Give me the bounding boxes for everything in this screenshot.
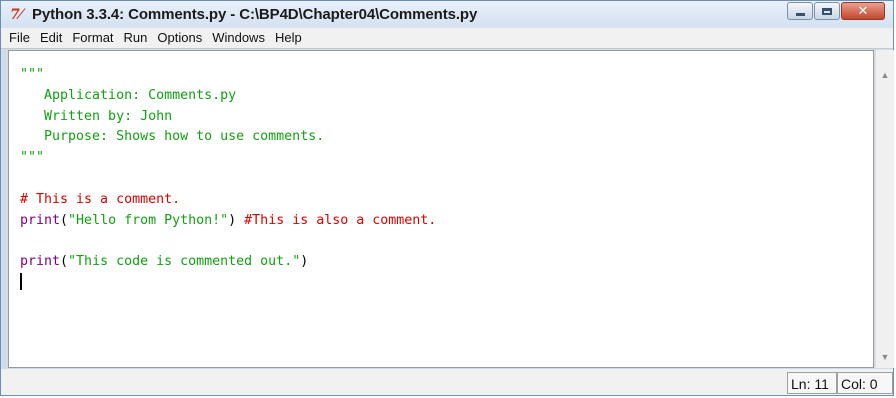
code-token: ( [60, 254, 69, 270]
code-token: Purpose: Shows how to use comments. [20, 129, 325, 145]
code-token: print [20, 212, 61, 228]
code-token: print [20, 254, 61, 270]
code-token: ) [228, 212, 245, 228]
menu-run[interactable]: Run [119, 28, 153, 48]
idle-editor-window: 7⁄ Python 3.3.4: Comments.py - C:\BP4D\C… [0, 0, 894, 396]
code-line[interactable] [20, 231, 436, 252]
code-line[interactable]: """ [20, 65, 436, 86]
code-line[interactable] [20, 272, 436, 294]
status-bar: Ln: 11 Col: 0 [1, 369, 893, 395]
maximize-button[interactable] [814, 2, 840, 20]
code-line[interactable]: # This is a comment. [20, 190, 436, 211]
code-token: Application: Comments.py [20, 87, 237, 103]
menu-options[interactable]: Options [152, 28, 207, 48]
menu-bar: File Edit Format Run Options Windows Hel… [1, 28, 893, 49]
code-line[interactable]: Written by: John [20, 107, 436, 128]
close-button[interactable]: ✕ [841, 2, 885, 20]
code-line[interactable]: Purpose: Shows how to use comments. [20, 127, 436, 148]
title-bar[interactable]: 7⁄ Python 3.3.4: Comments.py - C:\BP4D\C… [1, 1, 893, 28]
menu-format[interactable]: Format [67, 28, 118, 48]
code-line[interactable]: """ [20, 148, 436, 169]
scroll-up-arrow-icon[interactable]: ▲ [878, 67, 892, 84]
menu-help[interactable]: Help [270, 28, 307, 48]
window-controls: ✕ [787, 2, 885, 20]
code-token: # This is a comment. [20, 191, 181, 207]
minimize-button[interactable] [787, 2, 813, 20]
status-column-number: Col: 0 [837, 372, 893, 394]
menu-edit[interactable]: Edit [35, 28, 67, 48]
window-title: Python 3.3.4: Comments.py - C:\BP4D\Chap… [32, 6, 478, 23]
status-line-number: Ln: 11 [787, 372, 837, 394]
code-token: """ [20, 67, 45, 82]
close-icon: ✕ [857, 3, 869, 19]
menu-file[interactable]: File [1, 28, 35, 48]
code-token: "This code is commented out." [68, 254, 301, 270]
code-token: Written by: John [20, 108, 173, 124]
code-line[interactable]: print("This code is commented out.") [20, 252, 436, 273]
vertical-scrollbar[interactable]: ▲ ▼ [875, 50, 894, 368]
code-token: """ [20, 150, 45, 166]
code-line[interactable]: Application: Comments.py [20, 86, 436, 107]
code-token: ) [300, 254, 309, 270]
scroll-down-arrow-icon[interactable]: ▼ [878, 349, 892, 366]
maximize-icon [822, 7, 832, 15]
code-line[interactable]: print("Hello from Python!") #This is als… [20, 211, 436, 232]
code-text[interactable]: """ Application: Comments.py Written by:… [20, 65, 436, 294]
code-editor[interactable]: """ Application: Comments.py Written by:… [8, 50, 874, 368]
minimize-icon [795, 12, 805, 16]
tk-icon: 7⁄ [10, 6, 23, 23]
code-token: #This is also a comment. [244, 212, 437, 228]
menu-windows[interactable]: Windows [207, 28, 270, 48]
code-token: ( [60, 212, 69, 228]
text-cursor [20, 272, 22, 290]
code-token: "Hello from Python!" [68, 212, 229, 228]
code-line[interactable] [20, 169, 436, 190]
